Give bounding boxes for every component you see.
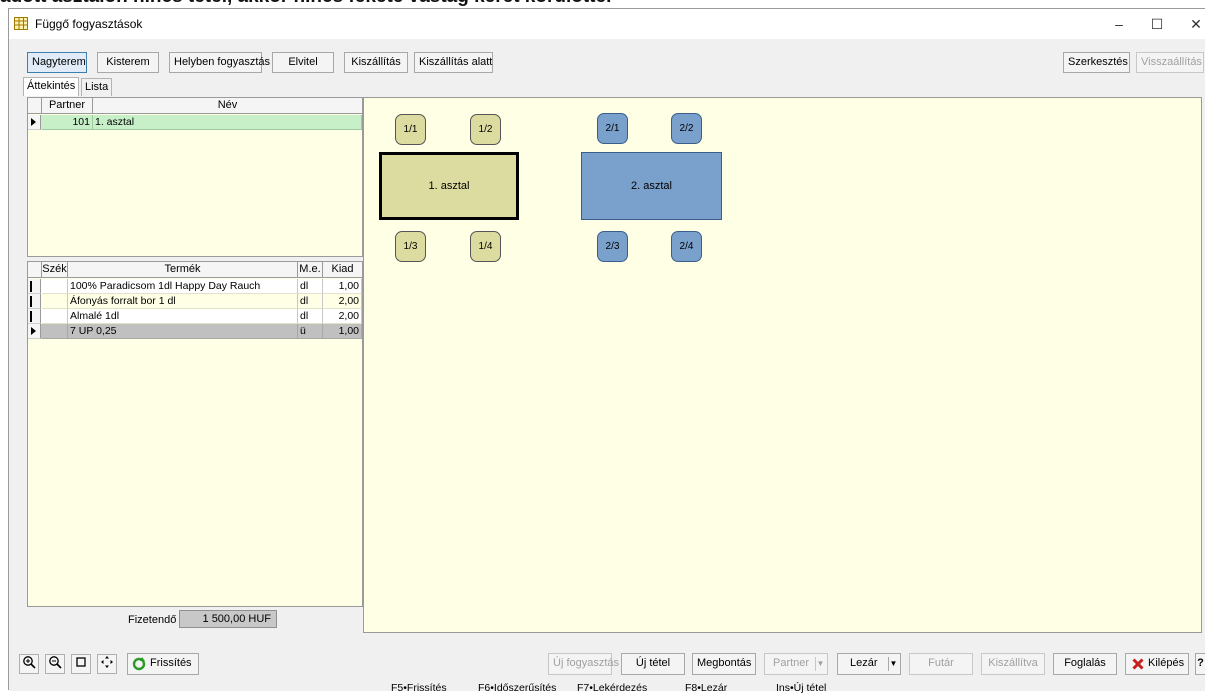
payable-label: Fizetendő xyxy=(128,614,177,626)
seat-2-4[interactable]: 2/4 xyxy=(671,231,702,262)
fit-rectangle-icon[interactable] xyxy=(71,654,91,674)
row-indicator xyxy=(28,115,41,130)
header-product: Termék xyxy=(68,262,298,278)
close-button[interactable]: ✕ xyxy=(1181,13,1205,35)
seat-2-2[interactable]: 2/2 xyxy=(671,113,702,144)
status-f6: F6•Időszerűsítés xyxy=(478,682,557,694)
new-item-button[interactable]: Új tétel xyxy=(621,653,685,675)
overlay-instruction-text: adott asztalon nincs tétel, akkor nincs … xyxy=(0,0,1205,8)
zoom-out-icon[interactable] xyxy=(45,654,65,674)
table-row[interactable]: 7 UP 0,25 ü 1,00 xyxy=(28,324,362,339)
status-f5: F5•Frissítés xyxy=(391,682,447,694)
table-row[interactable]: Áfonyás forralt bor 1 dl dl 2,00 xyxy=(28,294,362,309)
red-x-icon xyxy=(1132,658,1144,670)
header-name: Név xyxy=(217,99,238,111)
window-title: Függő fogyasztások xyxy=(35,17,143,31)
seat-2-3[interactable]: 2/3 xyxy=(597,231,628,262)
seat-1-4[interactable]: 1/4 xyxy=(470,231,501,262)
table-row[interactable]: Almalé 1dl dl 2,00 xyxy=(28,309,362,324)
seat-1-2[interactable]: 1/2 xyxy=(470,114,501,145)
room-button-elvitel[interactable]: Elvitel xyxy=(272,52,334,73)
room-button-kisterem[interactable]: Kisterem xyxy=(97,52,159,73)
split-button[interactable]: Megbontás xyxy=(692,653,756,675)
floor-plan-canvas: 1/1 1/2 1. asztal 1/3 1/4 2/1 2/2 2. asz… xyxy=(363,97,1202,633)
header-unit: M.e. xyxy=(298,262,323,278)
status-f8: F8•Lezár xyxy=(685,682,728,694)
room-button-kiszallitas[interactable]: Kiszállítás xyxy=(344,52,408,73)
restore-button[interactable]: Visszaállítás xyxy=(1136,52,1204,73)
partner-button[interactable]: Partner ▼ xyxy=(764,653,828,675)
status-ins: Ins•Új tétel xyxy=(776,682,827,694)
header-partner: Partner xyxy=(42,98,93,114)
items-grid: Szék Termék M.e. Kiad 100% Paradicsom 1d… xyxy=(27,261,363,607)
header-qty: Kiad xyxy=(331,263,354,275)
seat-1-1[interactable]: 1/1 xyxy=(395,114,426,145)
partner-grid-header: Partner Név xyxy=(28,98,362,114)
tab-overview[interactable]: Áttekintés xyxy=(23,77,80,96)
courier-button[interactable]: Futár xyxy=(909,653,973,675)
exit-button[interactable]: Kilépés xyxy=(1125,653,1189,675)
close-bill-dropdown-arrow-icon[interactable]: ▼ xyxy=(888,657,898,671)
header-seat: Szék xyxy=(42,262,68,278)
edit-button[interactable]: Szerkesztés xyxy=(1063,52,1130,73)
seat-1-3[interactable]: 1/3 xyxy=(395,231,426,262)
partner-grid: Partner Név 101 1. asztal xyxy=(27,97,363,257)
refresh-icon xyxy=(132,657,146,671)
title-bar: Függő fogyasztások – ☐ ✕ xyxy=(9,9,1205,39)
payable-value: 1 500,00 HUF xyxy=(179,610,277,628)
payable-bar: Fizetendő 1 500,00 HUF xyxy=(27,607,363,633)
room-button-helyben[interactable]: Helyben fogyasztás xyxy=(169,52,270,73)
items-grid-header: Szék Termék M.e. Kiad xyxy=(28,262,362,278)
table-row[interactable]: 101 1. asztal xyxy=(28,115,362,130)
help-button[interactable]: ? xyxy=(1195,653,1205,675)
delivered-button[interactable]: Kiszállítva xyxy=(981,653,1045,675)
room-button-kiszallitas-alatt[interactable]: Kiszállítás alatt xyxy=(414,52,493,73)
refresh-button[interactable]: Frissítés xyxy=(127,653,199,675)
seat-2-1[interactable]: 2/1 xyxy=(597,113,628,144)
table-row[interactable]: 100% Paradicsom 1dl Happy Day Rauch dl 1… xyxy=(28,279,362,294)
room-button-nagyterem[interactable]: Nagyterem xyxy=(27,52,87,73)
zoom-in-icon[interactable] xyxy=(19,654,39,674)
main-window: Függő fogyasztások – ☐ ✕ Nagyterem Kiste… xyxy=(8,8,1205,694)
status-f7: F7•Lekérdezés xyxy=(577,682,648,694)
minimize-button[interactable]: – xyxy=(1104,13,1134,35)
table-1[interactable]: 1. asztal xyxy=(379,152,519,220)
table-2[interactable]: 2. asztal xyxy=(581,152,722,220)
new-consumption-button[interactable]: Új fogyasztás xyxy=(548,653,619,675)
maximize-button[interactable]: ☐ xyxy=(1142,13,1172,35)
partner-dropdown-arrow-icon[interactable]: ▼ xyxy=(815,657,825,671)
grid-window-icon xyxy=(14,17,28,30)
close-bill-button[interactable]: Lezár ▼ xyxy=(837,653,901,675)
move-arrows-icon[interactable] xyxy=(97,654,117,674)
tab-list[interactable]: Lista xyxy=(81,78,113,96)
booking-button[interactable]: Foglalás xyxy=(1053,653,1117,675)
